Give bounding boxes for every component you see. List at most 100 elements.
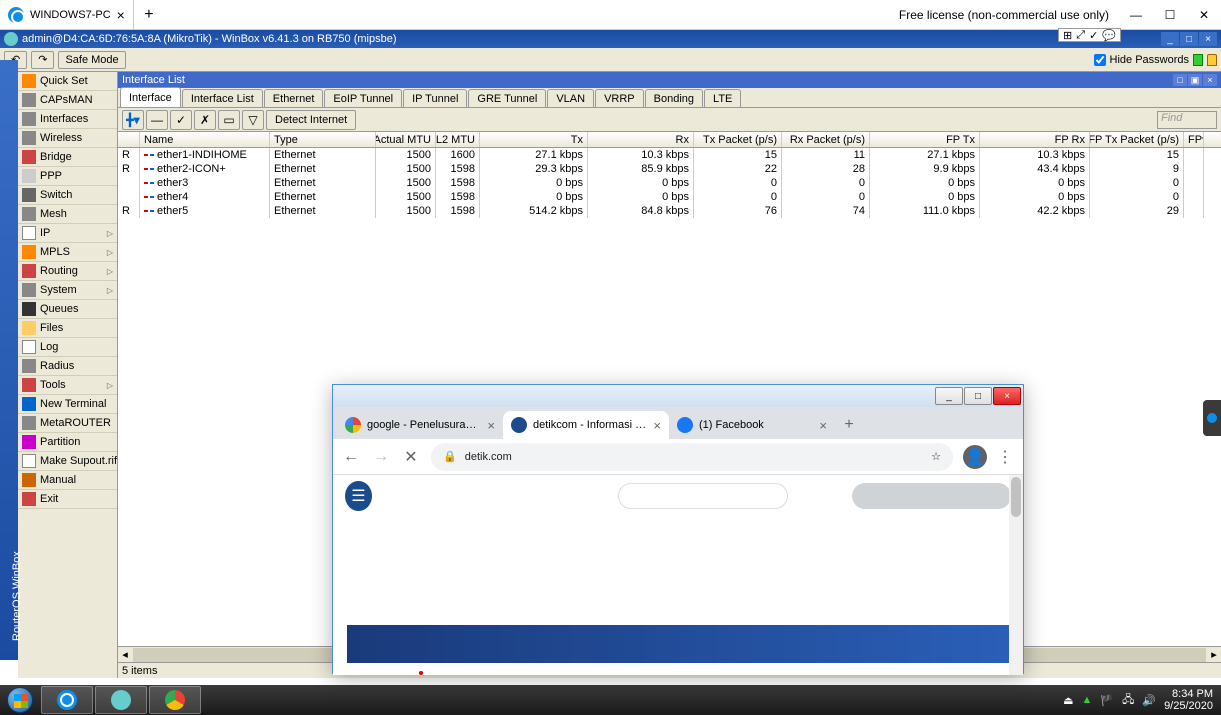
browser-tab[interactable]: (1) Facebook×: [669, 411, 835, 439]
teamviewer-tab[interactable]: WINDOWS7-PC ×: [0, 0, 134, 30]
column-header[interactable]: Rx: [588, 132, 694, 147]
vertical-scrollbar[interactable]: [1009, 475, 1023, 675]
column-header[interactable]: Rx Packet (p/s): [782, 132, 870, 147]
tray-network-icon[interactable]: 🖧: [1122, 691, 1134, 710]
sidebar-item-partition[interactable]: Partition: [18, 433, 117, 452]
task-teamviewer[interactable]: [41, 686, 93, 714]
maximize-button[interactable]: □: [1180, 32, 1198, 46]
column-header[interactable]: Actual MTU: [376, 132, 436, 147]
minimize-button[interactable]: _: [1161, 32, 1179, 46]
search-input[interactable]: [618, 483, 788, 509]
column-header[interactable]: [118, 132, 140, 147]
start-button[interactable]: [0, 685, 40, 715]
find-input[interactable]: Find: [1157, 111, 1217, 129]
table-row[interactable]: Rether1-INDIHOMEEthernet1500160027.1 kbp…: [118, 148, 1221, 162]
sidebar-item-bridge[interactable]: Bridge: [18, 148, 117, 167]
maximize-button[interactable]: ☐: [1153, 0, 1187, 30]
column-header[interactable]: Tx Packet (p/s): [694, 132, 782, 147]
star-icon[interactable]: ☆: [931, 450, 941, 463]
tray-volume-icon[interactable]: 🔊: [1142, 694, 1156, 707]
column-header[interactable]: FP Tx: [870, 132, 980, 147]
detect-internet-button[interactable]: Detect Internet: [266, 110, 356, 130]
system-tray[interactable]: ⏏ ▲ 🏴 🖧 🔊 8:34 PM 9/25/2020: [1055, 688, 1221, 712]
column-header[interactable]: Name: [140, 132, 270, 147]
comment-button[interactable]: ▭: [218, 110, 240, 130]
sidebar-item-quick-set[interactable]: Quick Set: [18, 72, 117, 91]
hamburger-menu-icon[interactable]: ☰: [345, 481, 372, 511]
column-header[interactable]: Type: [270, 132, 376, 147]
sidebar-item-mpls[interactable]: MPLS▷: [18, 243, 117, 262]
sidebar-item-log[interactable]: Log: [18, 338, 117, 357]
profile-icon[interactable]: 👤: [963, 445, 987, 469]
sidebar-item-routing[interactable]: Routing▷: [18, 262, 117, 281]
tab-vrrp[interactable]: VRRP: [595, 89, 644, 107]
column-header[interactable]: FP Tx Packet (p/s): [1090, 132, 1184, 147]
tray-icon[interactable]: ⏏: [1063, 694, 1073, 707]
sidebar-item-exit[interactable]: Exit: [18, 490, 117, 509]
sidebar-item-tools[interactable]: Tools▷: [18, 376, 117, 395]
minimize-button[interactable]: —: [1119, 0, 1153, 30]
close-icon[interactable]: ×: [653, 418, 661, 433]
table-header[interactable]: NameTypeActual MTUL2 MTUTxRxTx Packet (p…: [118, 132, 1221, 148]
tab-eoip-tunnel[interactable]: EoIP Tunnel: [324, 89, 402, 107]
sidebar-item-switch[interactable]: Switch: [18, 186, 117, 205]
task-chrome[interactable]: [149, 686, 201, 714]
window-menu-button[interactable]: □: [1173, 74, 1187, 86]
column-header[interactable]: L2 MTU: [436, 132, 480, 147]
enable-button[interactable]: ✓: [170, 110, 192, 130]
menu-button[interactable]: ⋮: [995, 447, 1015, 467]
close-icon[interactable]: ×: [487, 418, 495, 433]
back-button[interactable]: ←: [341, 447, 361, 467]
taskbar[interactable]: ⏏ ▲ 🏴 🖧 🔊 8:34 PM 9/25/2020: [0, 685, 1221, 715]
add-button[interactable]: ╋▾: [122, 110, 144, 130]
safe-mode-button[interactable]: Safe Mode: [58, 51, 125, 69]
sidebar-item-metarouter[interactable]: MetaROUTER: [18, 414, 117, 433]
close-icon[interactable]: ×: [819, 418, 827, 433]
sidebar-item-make-supout.rif[interactable]: Make Supout.rif: [18, 452, 117, 471]
chrome-window[interactable]: _ □ × google - Penelusuran G×detikcom - …: [332, 384, 1024, 674]
close-button[interactable]: ×: [1199, 32, 1217, 46]
close-button[interactable]: ×: [1203, 74, 1217, 86]
sidebar-item-mesh[interactable]: Mesh: [18, 205, 117, 224]
tab-gre-tunnel[interactable]: GRE Tunnel: [468, 89, 546, 107]
chrome-viewport[interactable]: ☰: [333, 475, 1023, 675]
new-tab-button[interactable]: +: [835, 411, 863, 439]
disable-button[interactable]: ✗: [194, 110, 216, 130]
filter-button[interactable]: ▽: [242, 110, 264, 130]
browser-tab[interactable]: detikcom - Informasi Be×: [503, 411, 669, 439]
url-bar[interactable]: 🔒 detik.com ☆: [431, 443, 953, 471]
teamviewer-side-tab[interactable]: [1203, 400, 1221, 436]
sidebar-item-capsman[interactable]: CAPsMAN: [18, 91, 117, 110]
redo-button[interactable]: ↷: [31, 51, 54, 69]
maximize-button[interactable]: □: [964, 387, 992, 405]
clock[interactable]: 8:34 PM 9/25/2020: [1164, 688, 1213, 712]
chrome-titlebar[interactable]: _ □ ×: [333, 385, 1023, 407]
sidebar-item-files[interactable]: Files: [18, 319, 117, 338]
browser-tab[interactable]: google - Penelusuran G×: [337, 411, 503, 439]
sidebar-item-manual[interactable]: Manual: [18, 471, 117, 490]
minimize-button[interactable]: _: [935, 387, 963, 405]
tv-tool-icon[interactable]: 💬: [1102, 29, 1116, 42]
sidebar-item-wireless[interactable]: Wireless: [18, 129, 117, 148]
hide-passwords-checkbox[interactable]: [1094, 54, 1106, 66]
tray-icon[interactable]: ▲: [1082, 694, 1093, 706]
sidebar-item-queues[interactable]: Queues: [18, 300, 117, 319]
sidebar-item-ip[interactable]: IP▷: [18, 224, 117, 243]
table-row[interactable]: ether4Ethernet150015980 bps0 bps000 bps0…: [118, 190, 1221, 204]
tab-vlan[interactable]: VLAN: [547, 89, 594, 107]
table-row[interactable]: Rether2-ICON+Ethernet1500159829.3 kbps85…: [118, 162, 1221, 176]
table-row[interactable]: Rether5Ethernet15001598514.2 kbps84.8 kb…: [118, 204, 1221, 218]
teamviewer-toolbar[interactable]: ⊞ ⤢ ✓ 💬: [1058, 28, 1121, 42]
tab-interface-list[interactable]: Interface List: [182, 89, 263, 107]
column-header[interactable]: Tx: [480, 132, 588, 147]
column-header[interactable]: FP▾: [1184, 132, 1204, 147]
tab-ip-tunnel[interactable]: IP Tunnel: [403, 89, 467, 107]
column-header[interactable]: FP Rx: [980, 132, 1090, 147]
close-button[interactable]: ×: [993, 387, 1021, 405]
tv-tool-icon[interactable]: ✓: [1089, 29, 1098, 42]
sidebar-item-system[interactable]: System▷: [18, 281, 117, 300]
tray-flag-icon[interactable]: 🏴: [1100, 694, 1114, 707]
forward-button[interactable]: →: [371, 447, 391, 467]
tab-bonding[interactable]: Bonding: [645, 89, 703, 107]
sidebar-item-ppp[interactable]: PPP: [18, 167, 117, 186]
